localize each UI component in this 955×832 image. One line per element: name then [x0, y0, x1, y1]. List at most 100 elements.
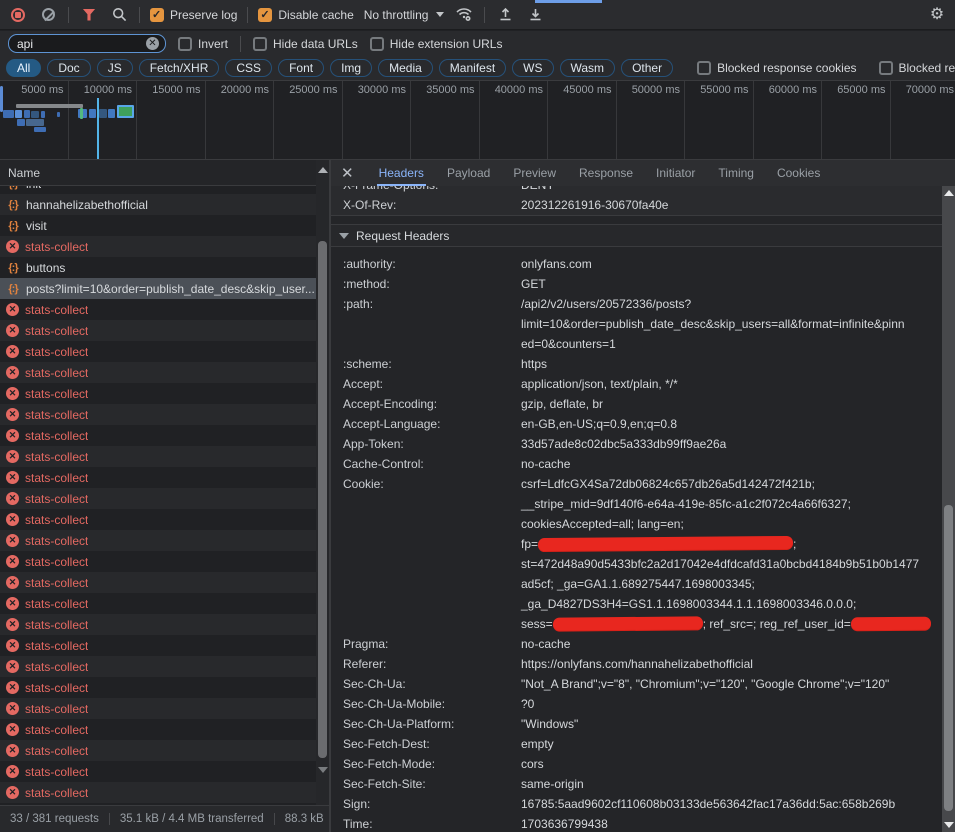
request-row[interactable]: ✕stats-collect	[0, 509, 316, 530]
filter-chip-fetch-xhr[interactable]: Fetch/XHR	[139, 59, 220, 77]
request-failed-icon: ✕	[6, 765, 19, 778]
request-row[interactable]: ✕stats-collect	[0, 614, 316, 635]
filter-chip-all[interactable]: All	[6, 59, 41, 77]
filter-input[interactable]	[17, 37, 142, 51]
request-row[interactable]: {:}buttons	[0, 257, 316, 278]
filter-chip-other[interactable]: Other	[621, 59, 673, 77]
request-name: stats-collect	[25, 786, 88, 800]
details-scrollbar[interactable]	[942, 186, 955, 832]
request-headers-section-header[interactable]: Request Headers	[331, 224, 942, 247]
scroll-up-icon[interactable]	[944, 190, 954, 196]
close-details-icon[interactable]: ✕	[341, 166, 354, 181]
wifi-icon	[455, 7, 473, 22]
overview-request-bar	[15, 110, 22, 118]
scrollbar-thumb[interactable]	[944, 505, 953, 811]
filter-chip-js[interactable]: JS	[97, 59, 133, 77]
filter-chip-manifest[interactable]: Manifest	[439, 59, 506, 77]
request-name: stats-collect	[25, 240, 88, 254]
json-request-icon: {:}	[6, 283, 20, 295]
request-row[interactable]: ✕stats-collect	[0, 656, 316, 677]
request-failed-icon: ✕	[6, 492, 19, 505]
filter-toggle-button[interactable]	[79, 5, 99, 25]
request-row[interactable]: ✕stats-collect	[0, 635, 316, 656]
request-row[interactable]: ✕stats-collect	[0, 425, 316, 446]
tab-response[interactable]: Response	[579, 160, 633, 186]
request-row[interactable]: ✕stats-collect	[0, 362, 316, 383]
request-row[interactable]: ✕stats-collect	[0, 593, 316, 614]
header-row: X-Of-Rev:202312261916-30670fa40e	[331, 195, 942, 215]
tab-cookies[interactable]: Cookies	[777, 160, 820, 186]
request-list-scrollbar[interactable]	[316, 160, 330, 805]
header-name: Referer:	[331, 654, 521, 674]
request-row[interactable]: ✕stats-collect	[0, 488, 316, 509]
request-row[interactable]: ✕stats-collect	[0, 236, 316, 257]
header-name: Sec-Fetch-Site:	[331, 774, 521, 794]
scroll-down-icon[interactable]	[944, 822, 954, 828]
timeline-tick: 70000 ms	[0, 81, 955, 160]
request-row[interactable]: ✕stats-collect	[0, 383, 316, 404]
request-row[interactable]: {:}visit	[0, 215, 316, 236]
filter-chip-media[interactable]: Media	[378, 59, 433, 77]
export-har-button[interactable]	[525, 5, 545, 25]
scrollbar-thumb[interactable]	[318, 241, 327, 758]
request-row[interactable]: ✕stats-collect	[0, 467, 316, 488]
request-row[interactable]: ✕stats-collect	[0, 299, 316, 320]
blocked-response-cookies-toggle[interactable]: Blocked response cookies	[697, 61, 856, 75]
scroll-up-icon[interactable]	[318, 167, 328, 173]
filter-chip-wasm[interactable]: Wasm	[560, 59, 616, 77]
clear-network-log-button[interactable]	[38, 5, 58, 25]
header-name: Accept:	[331, 374, 521, 394]
request-row[interactable]: ✕stats-collect	[0, 698, 316, 719]
network-overview-timeline[interactable]: 5000 ms10000 ms15000 ms20000 ms25000 ms3…	[0, 81, 955, 160]
resources-size: 88.3 kB	[274, 813, 334, 825]
request-row[interactable]: ✕stats-collect	[0, 320, 316, 341]
request-row[interactable]: ✕stats-collect	[0, 551, 316, 572]
import-har-button[interactable]	[495, 5, 515, 25]
invert-filter-toggle[interactable]: Invert	[178, 37, 228, 51]
scroll-down-icon[interactable]	[318, 767, 328, 773]
request-row[interactable]: ✕stats-collect	[0, 677, 316, 698]
overview-request-bar	[108, 109, 115, 118]
clear-icon	[42, 8, 55, 21]
request-row[interactable]: {:}posts?limit=10&order=publish_date_des…	[0, 278, 316, 299]
tab-initiator[interactable]: Initiator	[656, 160, 695, 186]
request-row[interactable]: ✕stats-collect	[0, 719, 316, 740]
request-row[interactable]: ✕stats-collect	[0, 782, 316, 803]
upload-icon	[498, 7, 513, 22]
name-column-label: Name	[8, 166, 40, 180]
filter-chip-ws[interactable]: WS	[512, 59, 553, 77]
tab-headers[interactable]: Headers	[379, 160, 424, 186]
request-failed-icon: ✕	[6, 324, 19, 337]
request-row[interactable]: ✕stats-collect	[0, 341, 316, 362]
header-row: Accept-Encoding:gzip, deflate, br	[331, 394, 942, 414]
name-column-header[interactable]: Name	[0, 160, 330, 186]
hide-data-urls-toggle[interactable]: Hide data URLs	[253, 37, 358, 51]
request-row[interactable]: {:}init	[0, 186, 316, 194]
tab-timing[interactable]: Timing	[718, 160, 754, 186]
tab-preview[interactable]: Preview	[513, 160, 556, 186]
request-row[interactable]: ✕stats-collect	[0, 404, 316, 425]
filter-chip-font[interactable]: Font	[278, 59, 324, 77]
request-row[interactable]: ✕stats-collect	[0, 572, 316, 593]
throttling-dropdown[interactable]: No throttling	[364, 8, 445, 22]
overview-drag-handle[interactable]	[0, 86, 3, 112]
filter-chip-doc[interactable]: Doc	[47, 59, 90, 77]
request-row[interactable]: {:}hannahelizabethofficial	[0, 194, 316, 215]
clear-filter-icon[interactable]: ✕	[146, 37, 159, 50]
disable-cache-toggle[interactable]: Disable cache	[258, 8, 353, 22]
blocked-requests-toggle[interactable]: Blocked requests	[879, 61, 955, 75]
filter-chip-img[interactable]: Img	[330, 59, 372, 77]
tab-payload[interactable]: Payload	[447, 160, 490, 186]
preserve-log-toggle[interactable]: Preserve log	[150, 8, 237, 22]
network-conditions-button[interactable]	[454, 5, 474, 25]
request-row[interactable]: ✕stats-collect	[0, 740, 316, 761]
request-row[interactable]: ✕stats-collect	[0, 530, 316, 551]
hide-extension-urls-toggle[interactable]: Hide extension URLs	[370, 37, 503, 51]
request-row[interactable]: ✕stats-collect	[0, 761, 316, 782]
header-value-line: fp=;	[521, 534, 942, 554]
request-row[interactable]: ✕stats-collect	[0, 446, 316, 467]
filter-chip-css[interactable]: CSS	[225, 59, 272, 77]
search-button[interactable]	[109, 5, 129, 25]
record-network-log-button[interactable]	[8, 5, 28, 25]
devtools-settings-button[interactable]: ⚙	[927, 5, 947, 25]
